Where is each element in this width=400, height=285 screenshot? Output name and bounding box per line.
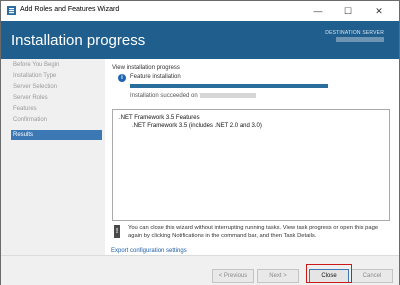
export-configuration-link[interactable]: Export configuration settings <box>111 248 187 254</box>
notification-flag-icon: ! <box>114 225 120 238</box>
server-name-redacted <box>199 93 256 98</box>
main-content: View installation progress i Feature ins… <box>105 59 399 255</box>
destination-server-value-redacted <box>336 37 384 42</box>
progress-fill <box>130 84 328 88</box>
close-button-highlight <box>306 264 352 283</box>
server-manager-icon <box>7 6 16 15</box>
destination-server-label: DESTINATION SERVER <box>325 30 384 36</box>
previous-button[interactable]: < Previous <box>212 269 254 283</box>
result-item: .NET Framework 3.5 Features <box>119 115 200 121</box>
nav-installation-type[interactable]: Installation Type <box>13 71 56 81</box>
minimize-button[interactable]: — <box>306 3 330 19</box>
section-label: View installation progress <box>112 65 180 71</box>
installation-status: Installation succeeded on <box>130 93 256 99</box>
wizard-header: Installation progress DESTINATION SERVER <box>1 21 399 59</box>
title-bar: Add Roles and Features Wizard — ☐ ✕ <box>1 1 399 21</box>
nav-server-selection[interactable]: Server Selection <box>13 82 57 92</box>
result-subitem: .NET Framework 3.5 (includes .NET 2.0 an… <box>132 123 262 129</box>
success-text: Installation succeeded on <box>130 93 198 100</box>
wizard-window: Add Roles and Features Wizard — ☐ ✕ Inst… <box>0 0 400 285</box>
window-title: Add Roles and Features Wizard <box>20 6 120 13</box>
wizard-nav: Before You Begin Installation Type Serve… <box>1 59 105 255</box>
page-title: Installation progress <box>11 32 146 49</box>
maximize-button[interactable]: ☐ <box>336 3 360 19</box>
info-icon: i <box>118 74 126 82</box>
results-list[interactable]: .NET Framework 3.5 Features .NET Framewo… <box>112 109 390 221</box>
window-close-button[interactable]: ✕ <box>367 3 391 19</box>
close-wizard-note: You can close this wizard without interr… <box>128 225 379 239</box>
nav-features[interactable]: Features <box>13 104 37 114</box>
feature-installation-title: Feature installation <box>130 74 181 80</box>
nav-confirmation[interactable]: Confirmation <box>13 115 47 125</box>
nav-server-roles[interactable]: Server Roles <box>13 93 48 103</box>
nav-before-you-begin[interactable]: Before You Begin <box>13 60 59 70</box>
cancel-button[interactable]: Cancel <box>351 269 393 283</box>
nav-results[interactable]: Results <box>11 130 102 140</box>
next-button[interactable]: Next > <box>257 269 299 283</box>
installation-progress-bar <box>130 84 328 88</box>
